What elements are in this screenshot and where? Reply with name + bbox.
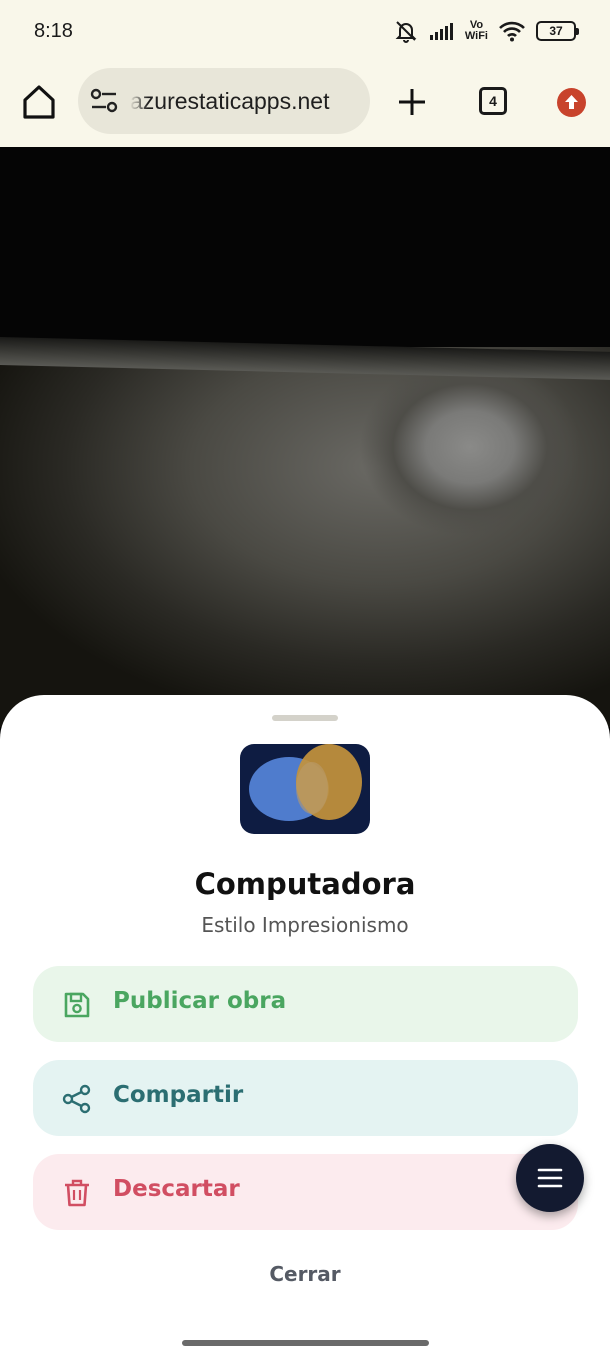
- publish-button[interactable]: Publicar obra: [33, 966, 578, 1042]
- close-button[interactable]: Cerrar: [0, 1262, 610, 1286]
- update-icon[interactable]: [557, 88, 586, 117]
- wifi-icon: [499, 21, 525, 42]
- vowifi-indicator: Vo WiFi: [465, 20, 488, 42]
- home-icon[interactable]: [20, 82, 58, 122]
- camera-preview: [0, 147, 610, 727]
- bottom-sheet: Computadora Estilo Impresionismo Publica…: [0, 695, 610, 1356]
- discard-button[interactable]: Descartar: [33, 1154, 578, 1230]
- menu-fab[interactable]: [516, 1144, 584, 1212]
- camera-scene: [0, 347, 610, 727]
- sheet-drag-handle[interactable]: [272, 715, 338, 721]
- menu-icon: [537, 1168, 563, 1188]
- trash-icon: [65, 1179, 89, 1207]
- new-tab-icon[interactable]: [396, 86, 428, 118]
- artwork-thumbnail: [240, 744, 370, 834]
- publish-button-label: Publicar obra: [113, 988, 287, 1014]
- status-time: 8:18: [34, 20, 73, 42]
- share-button[interactable]: Compartir: [33, 1060, 578, 1136]
- tab-switcher-button[interactable]: 4: [479, 87, 507, 115]
- mute-icon: [395, 21, 417, 43]
- browser-chrome: 8:18 Vo WiFi 37 azurestaticapps.net 4: [0, 0, 610, 147]
- url-text[interactable]: azurestaticapps.net: [130, 88, 362, 115]
- share-icon: [62, 1084, 91, 1114]
- battery-indicator: 37: [536, 21, 579, 41]
- vowifi-bottom: WiFi: [464, 30, 488, 42]
- share-button-label: Compartir: [113, 1082, 244, 1108]
- site-settings-icon[interactable]: [90, 88, 120, 114]
- gesture-nav-bar[interactable]: [182, 1340, 429, 1346]
- status-icons: Vo WiFi 37: [393, 18, 579, 44]
- artwork-title: Computadora: [194, 867, 416, 901]
- status-bar: 8:18 Vo WiFi 37: [0, 0, 610, 64]
- discard-button-label: Descartar: [113, 1176, 240, 1202]
- save-icon: [64, 992, 90, 1018]
- signal-icon: [429, 23, 453, 40]
- artwork-style: Estilo Impresionismo: [201, 913, 409, 937]
- address-bar[interactable]: azurestaticapps.net: [78, 68, 370, 134]
- browser-toolbar: azurestaticapps.net 4: [0, 64, 610, 147]
